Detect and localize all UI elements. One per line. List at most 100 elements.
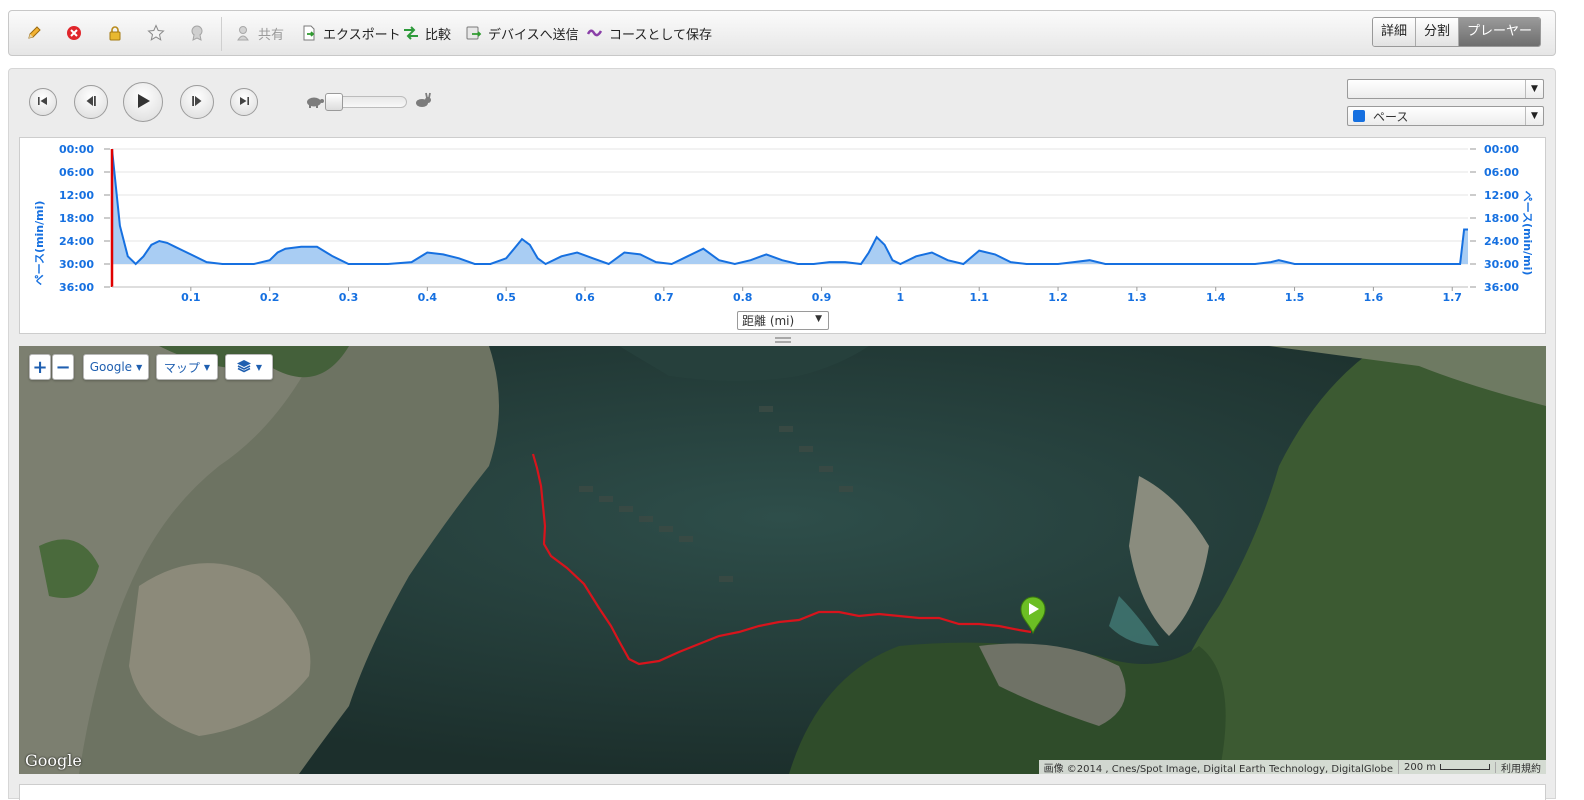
zoom-out-button[interactable]: −	[52, 354, 74, 380]
medal-icon	[188, 24, 206, 42]
play-icon	[134, 92, 152, 113]
pace-chart-panel: 00:00 06:00 12:00 18:00 24:00 30:00 36:00 00:0…	[19, 137, 1546, 334]
speed-slider-track[interactable]	[325, 93, 407, 111]
send-device-icon	[465, 24, 483, 42]
primary-metric-select[interactable]: ペース ▼	[1347, 106, 1544, 126]
x-tick-label: 0.9	[812, 291, 832, 304]
y-tick-label-left: 00:00	[59, 143, 94, 156]
x-axis: 0.1 0.2 0.3 0.4 0.5 0.6 0.7 0.8 0.9 1 1.1 1.2 1.3 1.4…	[112, 286, 1468, 304]
x-tick-label: 1.5	[1285, 291, 1305, 304]
y-tick-label-right: 00:00	[1484, 143, 1519, 156]
y-tick-label-right: 06:00	[1484, 166, 1519, 179]
layers-icon	[236, 359, 252, 376]
metric-color-swatch	[1353, 110, 1365, 122]
favorite-button[interactable]	[147, 11, 165, 55]
tab-splits[interactable]: 分割	[1415, 18, 1459, 46]
rabbit-icon	[413, 92, 433, 113]
zoom-in-label: +	[32, 356, 48, 378]
compare-button[interactable]: 比較	[402, 11, 451, 55]
save-as-course-label: コースとして保存	[609, 27, 712, 43]
toolbar-divider	[221, 17, 222, 51]
satellite-map[interactable]: + − Google ▼ マップ ▼ ▼ Google 画像 ©2014 , C…	[19, 346, 1546, 774]
speed-slider-handle[interactable]	[325, 93, 343, 111]
skip-to-end-button[interactable]	[230, 88, 258, 116]
x-tick-label: 0.3	[339, 291, 359, 304]
share-button[interactable]: 共有	[235, 11, 284, 55]
step-back-button[interactable]	[74, 85, 108, 119]
privacy-button[interactable]	[106, 11, 124, 55]
caret-down-icon: ▼	[255, 362, 263, 372]
x-tick-label: 0.5	[496, 291, 516, 304]
y-tick-label-right: 36:00	[1484, 281, 1519, 294]
x-tick-label: 1.3	[1127, 291, 1147, 304]
save-as-course-button[interactable]: コースとして保存	[586, 11, 712, 55]
x-axis-select[interactable]: 距離 (mi) ▼	[737, 311, 829, 330]
caret-down-icon: ▼	[136, 362, 143, 372]
x-tick-label: 1.2	[1048, 291, 1068, 304]
y-tick-label-right: 12:00	[1484, 189, 1519, 202]
x-tick-label: 1.1	[969, 291, 989, 304]
route-track-line	[531, 453, 1032, 666]
tab-details[interactable]: 詳細	[1372, 18, 1416, 46]
skip-to-start-button[interactable]	[29, 88, 57, 116]
step-forward-button[interactable]	[180, 85, 214, 119]
pencil-icon	[25, 24, 43, 42]
export-button[interactable]: エクスポート	[300, 11, 401, 55]
x-tick-label: 0.8	[733, 291, 753, 304]
y-tick-label-left: 24:00	[59, 235, 94, 248]
skip-start-icon	[37, 95, 49, 110]
map-layers-dropdown[interactable]: ▼	[225, 354, 273, 380]
badge-button[interactable]	[188, 11, 206, 55]
step-forward-icon	[190, 94, 204, 111]
delete-button[interactable]	[65, 11, 83, 55]
zoom-in-button[interactable]: +	[29, 354, 51, 380]
y-tick-label-left: 06:00	[59, 166, 94, 179]
scale-bar	[1440, 763, 1490, 770]
turtle-icon	[305, 95, 325, 112]
x-tick-label: 1.7	[1442, 291, 1462, 304]
x-tick-label: 0.1	[181, 291, 201, 304]
secondary-metric-select[interactable]: ▼	[1347, 79, 1544, 99]
imagery-attribution: 画像 ©2014 , Cnes/Spot Image, Digital Eart…	[1039, 759, 1399, 774]
pace-chart: 00:00 06:00 12:00 18:00 24:00 30:00 36:00 00:0…	[33, 143, 1534, 304]
tab-player[interactable]: プレーヤー	[1458, 18, 1540, 46]
y-axis-left: 00:00 06:00 12:00 18:00 24:00 30:00 36:00	[59, 143, 110, 294]
zoom-out-label: −	[55, 356, 71, 378]
share-label: 共有	[258, 27, 285, 43]
terms-link[interactable]: 利用規約	[1496, 760, 1546, 775]
compare-label: 比較	[425, 27, 452, 43]
course-icon	[586, 24, 604, 42]
x-tick-label: 0.6	[575, 291, 595, 304]
x-axis-select-value: 距離 (mi)	[742, 314, 795, 328]
chart-gridlines	[112, 148, 1468, 288]
chevron-down-icon: ▼	[1525, 107, 1543, 125]
google-logo: Google	[25, 751, 82, 770]
x-tick-label: 1.6	[1364, 291, 1384, 304]
y-tick-label-left: 12:00	[59, 189, 94, 202]
map-provider-dropdown[interactable]: Google ▼	[83, 354, 149, 380]
map-scale-label: 200 m	[1403, 761, 1436, 773]
map-type-dropdown[interactable]: マップ ▼	[156, 354, 218, 380]
edit-button[interactable]	[25, 11, 43, 55]
y-axis-label-right: ペース(min/mi)	[1521, 191, 1534, 276]
resize-handle[interactable]	[775, 337, 791, 343]
start-marker	[1020, 596, 1046, 635]
activity-toolbar: 共有 エクスポート 比較 デバイスへ送信 コースとして保存 詳細 分割 プレーヤ…	[8, 10, 1556, 56]
player-panel: ▼ ペース ▼ 00:00 06:00 12:00 18:00 24:00 30:00 36…	[8, 68, 1556, 800]
chevron-down-icon: ▼	[1525, 80, 1543, 98]
y-axis-right: 00:00 06:00 12:00 18:00 24:00 30:00 36:00	[1470, 143, 1519, 294]
star-icon	[147, 24, 165, 42]
y-axis-label-left: ペース(min/mi)	[33, 201, 46, 286]
send-to-device-button[interactable]: デバイスへ送信	[465, 11, 579, 55]
x-tick-label: 1	[897, 291, 905, 304]
y-tick-label-left: 36:00	[59, 281, 94, 294]
map-provider-label: Google	[89, 360, 133, 374]
lower-panel-edge	[19, 784, 1546, 800]
play-button[interactable]	[123, 82, 163, 122]
map-attribution-bar: 画像 ©2014 , Cnes/Spot Image, Digital Eart…	[1038, 759, 1546, 775]
step-back-icon	[84, 94, 98, 111]
skip-end-icon	[238, 95, 250, 110]
map-type-label: マップ	[163, 360, 200, 375]
caret-down-icon: ▼	[203, 362, 211, 372]
y-tick-label-right: 24:00	[1484, 235, 1519, 248]
